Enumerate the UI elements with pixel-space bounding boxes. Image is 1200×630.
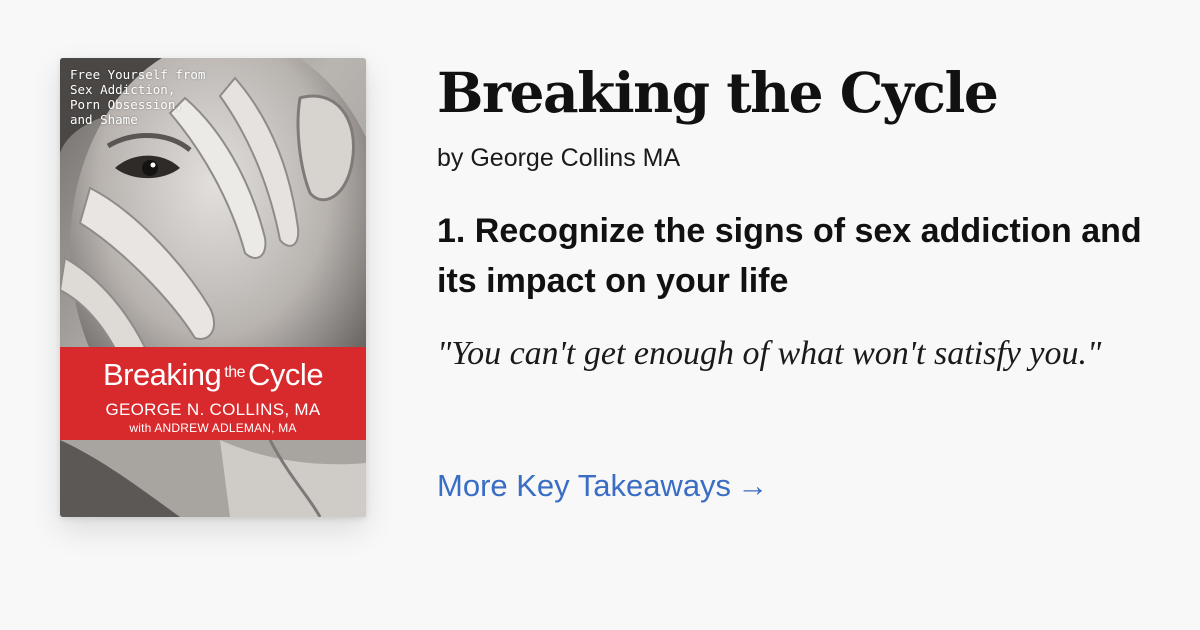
more-key-takeaways-link[interactable]: More Key Takeaways → [437,466,768,506]
more-link-label: More Key Takeaways [437,468,732,503]
quote: "You can't get enough of what won't sati… [437,335,1102,372]
arrow-right-icon: → [737,468,769,503]
cover-title: Breaking theCycle [60,356,366,392]
cover-title-the: the [224,364,246,381]
book-cover: Free Yourself from Sex Addiction, Porn O… [60,58,366,517]
book-author: by George Collins MA [437,144,681,172]
cover-coauthor: with ANDREW ADLEMAN, MA [129,421,297,435]
cover-author: GEORGE N. COLLINS, MA [105,400,321,419]
cover-tagline: Free Yourself from Sex Addiction, Porn O… [70,67,206,127]
share-card: Free Yourself from Sex Addiction, Porn O… [0,0,1200,630]
key-takeaway: 1. Recognize the signs of sex addiction … [437,212,1142,300]
cover-title-right: Cycle [248,357,324,392]
book-title: Breaking the Cycle [437,60,999,125]
cover-title-band: Breaking theCycle GEORGE N. COLLINS, MA w… [60,347,366,440]
cover-title-left: Breaking [102,357,222,392]
